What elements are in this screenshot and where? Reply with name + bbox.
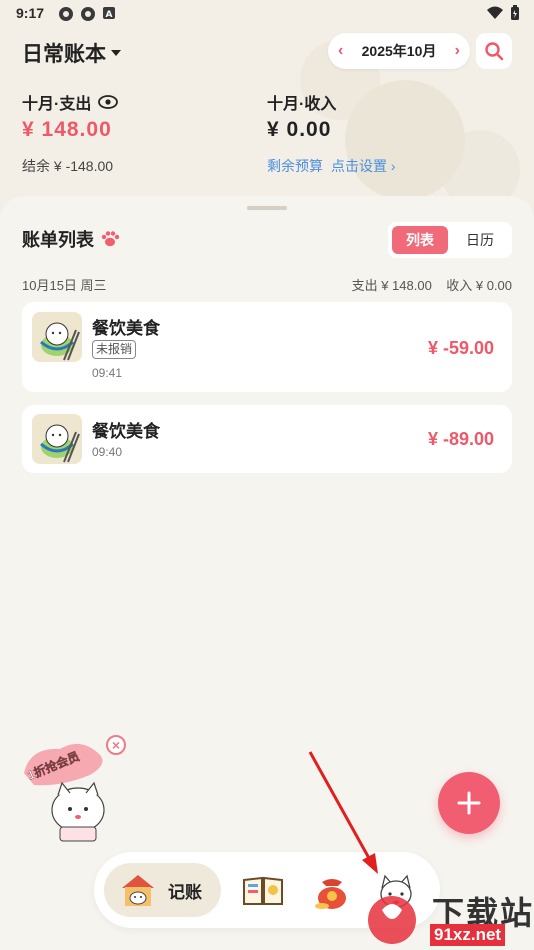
watermark-url: 91xz.net	[430, 924, 506, 946]
annotation-arrow	[308, 751, 378, 874]
